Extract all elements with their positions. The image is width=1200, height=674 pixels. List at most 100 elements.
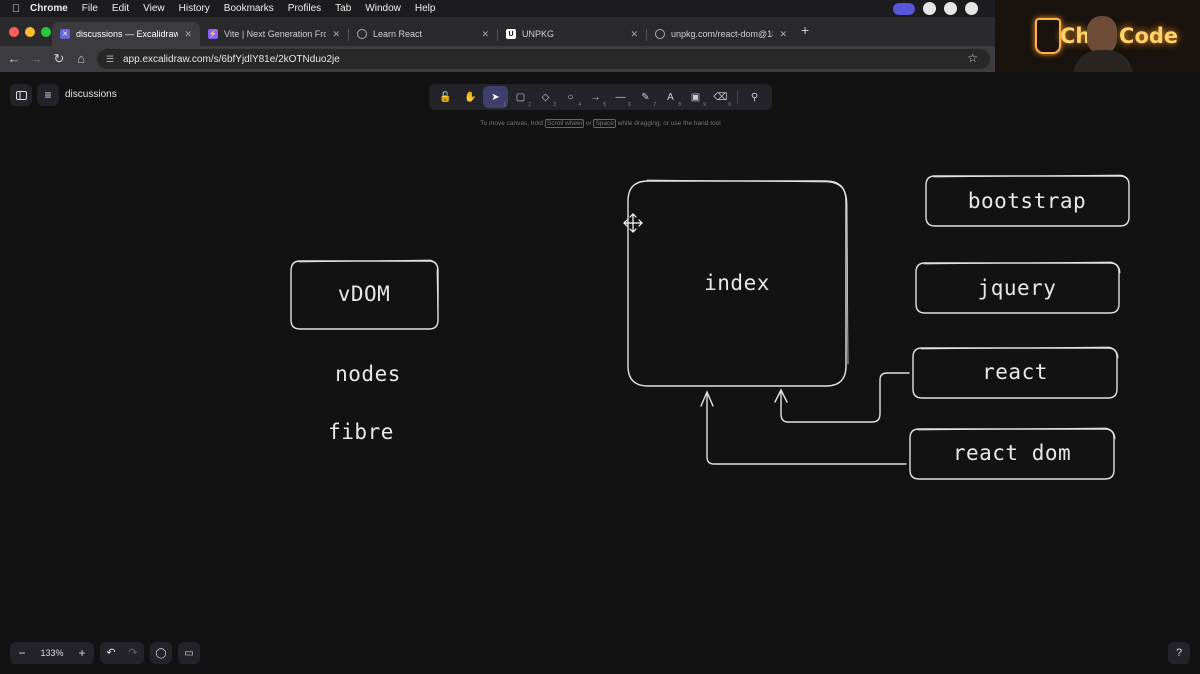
tool-ellipse[interactable]: ○ 4: [558, 86, 583, 109]
webcam-brand-sign: Chai Code: [1060, 24, 1179, 48]
bookmark-star-icon[interactable]: ☆: [967, 51, 978, 65]
zoom-in-button[interactable]: +: [70, 646, 94, 660]
lock-icon: 🔓: [439, 91, 452, 103]
tool-diamond[interactable]: ◇ 3: [533, 86, 558, 109]
arrow-react-to-index: [780, 372, 910, 423]
site-settings-icon[interactable]: ☰: [106, 54, 116, 65]
hint-key-space: Space: [593, 119, 616, 128]
close-window-icon[interactable]: [9, 27, 19, 37]
excalidraw-favicon-icon: ✕: [60, 29, 70, 39]
label-react[interactable]: react: [982, 360, 1048, 384]
label-nodes[interactable]: nodes: [335, 362, 401, 386]
tool-eraser[interactable]: ⌫ 0: [708, 86, 733, 109]
tray-user-icon[interactable]: [965, 2, 978, 15]
menu-edit[interactable]: Edit: [112, 3, 129, 14]
tab-learn-react[interactable]: Learn React ✕: [349, 22, 497, 46]
text-icon: A: [667, 91, 674, 103]
tab-title: Vite | Next Generation Frontend Tooling: [224, 29, 327, 39]
presenter-head: [1087, 16, 1117, 54]
tab-unpkg-react-dom[interactable]: unpkg.com/react-dom@18.3.1 ✕: [647, 22, 795, 46]
menu-file[interactable]: File: [82, 3, 98, 14]
tab-vite[interactable]: ⚡ Vite | Next Generation Frontend Toolin…: [200, 22, 348, 46]
url-text: app.excalidraw.com/s/6bfYjdlY81e/2kOTNdu…: [123, 53, 340, 65]
menu-profiles[interactable]: Profiles: [288, 3, 321, 14]
tab-title: discussions — Excalidraw Plus: [76, 29, 179, 39]
line-icon: —: [615, 91, 626, 103]
screen-share-icon[interactable]: [893, 2, 915, 15]
tool-shortcut-number: 4: [578, 102, 581, 108]
hint-text: while dragging, or use the hand tool: [617, 120, 721, 127]
help-button[interactable]: ?: [1168, 642, 1190, 664]
tool-rectangle[interactable]: ▢ 2: [508, 86, 533, 109]
document-title[interactable]: discussions: [65, 89, 117, 100]
reload-icon[interactable]: ↻: [51, 51, 67, 67]
tool-image[interactable]: ▣ 9: [683, 86, 708, 109]
library-sidebar-button[interactable]: [10, 84, 32, 106]
close-tab-icon[interactable]: ✕: [332, 29, 340, 40]
maximize-window-icon[interactable]: [41, 27, 51, 37]
zoom-out-button[interactable]: −: [10, 646, 34, 660]
tool-hand[interactable]: ✋: [458, 86, 483, 108]
forward-icon[interactable]: →: [28, 51, 44, 66]
tab-title: UNPKG: [522, 29, 555, 39]
menu-help[interactable]: Help: [415, 3, 436, 14]
label-jquery[interactable]: jquery: [978, 276, 1057, 300]
tool-line[interactable]: —6: [608, 86, 633, 109]
sidebar-icon: [15, 90, 27, 100]
menu-tab[interactable]: Tab: [335, 3, 351, 14]
tool-selection[interactable]: ➤ 1: [483, 86, 508, 108]
address-bar[interactable]: ☰ app.excalidraw.com/s/6bfYjdlY81e/2kOTN…: [97, 49, 990, 69]
zoom-level[interactable]: 133%: [34, 648, 70, 658]
vite-favicon-icon: ⚡: [208, 29, 218, 39]
menu-bookmarks[interactable]: Bookmarks: [224, 3, 274, 14]
close-tab-icon[interactable]: ✕: [630, 29, 638, 40]
new-tab-icon[interactable]: +: [801, 22, 809, 38]
hamburger-icon: ≡: [44, 88, 52, 102]
main-menu-button[interactable]: ≡: [37, 84, 59, 106]
toolbar-divider: [737, 90, 738, 104]
menu-window[interactable]: Window: [365, 3, 401, 14]
tool-shortcut-number: 9: [703, 102, 706, 108]
eraser-icon: ⌫: [713, 91, 728, 103]
back-icon[interactable]: ←: [6, 51, 22, 66]
undo-redo-group: ↶ ↷: [100, 642, 144, 664]
label-index[interactable]: index: [704, 271, 770, 295]
tool-lock[interactable]: 🔓: [433, 86, 458, 108]
undo-icon[interactable]: ↶: [100, 642, 122, 664]
tab-unpkg[interactable]: U UNPKG ✕: [498, 22, 646, 46]
tool-draw[interactable]: ✎ 7: [633, 86, 658, 109]
menu-history[interactable]: History: [179, 3, 210, 14]
presentation-button[interactable]: ▭: [178, 642, 200, 664]
excalidraw-canvas[interactable]: vDOM nodes fibre index bootstrap jquery …: [0, 72, 1200, 674]
close-tab-icon[interactable]: ✕: [481, 29, 489, 40]
tray-status-icon[interactable]: [944, 2, 957, 15]
apple-icon[interactable]: : [10, 3, 22, 15]
zoom-control: − 133% +: [10, 642, 94, 664]
tool-extra[interactable]: ⚲: [742, 86, 767, 108]
label-fibre[interactable]: fibre: [328, 420, 394, 444]
selection-icon: ➤: [491, 91, 500, 103]
tab-title: unpkg.com/react-dom@18.3.1: [671, 29, 773, 39]
close-tab-icon[interactable]: ✕: [779, 29, 787, 40]
tool-text[interactable]: A8: [658, 86, 683, 109]
presentation-icon: ▭: [184, 647, 194, 659]
tool-arrow[interactable]: → 5: [583, 86, 608, 109]
minimize-window-icon[interactable]: [25, 27, 35, 37]
menu-app-name[interactable]: Chrome: [30, 3, 68, 14]
tool-shortcut-number: 3: [553, 102, 556, 108]
draw-icon: ✎: [641, 91, 650, 103]
menu-view[interactable]: View: [143, 3, 165, 14]
home-icon[interactable]: ⌂: [73, 51, 89, 66]
menubar-tray: [893, 2, 978, 15]
label-bootstrap[interactable]: bootstrap: [968, 189, 1086, 213]
label-react-dom[interactable]: react dom: [953, 441, 1071, 465]
tool-shortcut-number: 6: [628, 102, 631, 108]
globe-icon: [655, 29, 665, 39]
tray-app-icon[interactable]: [923, 2, 936, 15]
comments-button[interactable]: ◯: [150, 642, 172, 664]
tab-excalidraw[interactable]: ✕ discussions — Excalidraw Plus ✕: [52, 22, 200, 46]
close-tab-icon[interactable]: ✕: [184, 29, 192, 40]
label-vdom[interactable]: vDOM: [338, 282, 391, 306]
redo-icon[interactable]: ↷: [122, 642, 144, 664]
hand-icon: ✋: [464, 91, 477, 103]
